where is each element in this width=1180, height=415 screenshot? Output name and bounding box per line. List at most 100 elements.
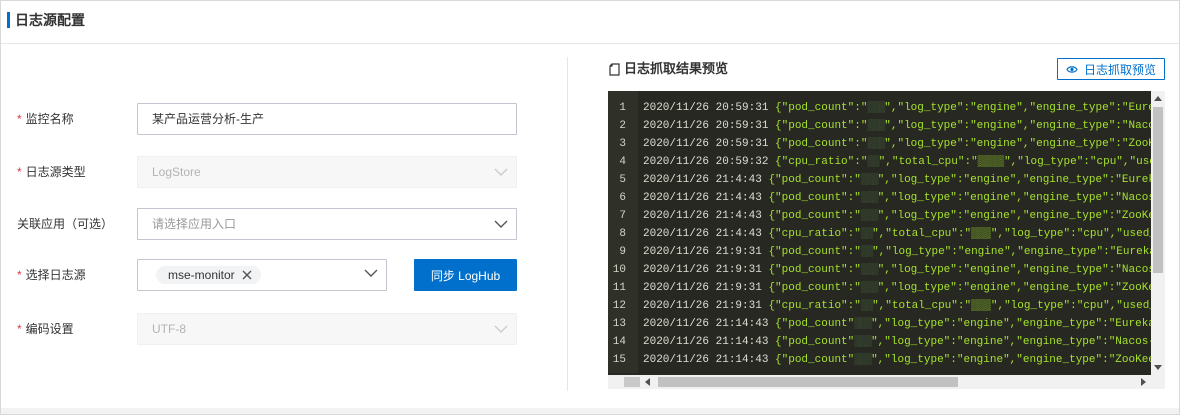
preview-title: 日志抓取结果预览	[609, 59, 728, 79]
preview-title-text: 日志抓取结果预览	[624, 61, 729, 76]
log-text: 2020/11/26 21:4:43 {"pod_count":"▒▒▒","l…	[643, 207, 1165, 225]
horizontal-scrollbar[interactable]	[608, 375, 1151, 389]
log-line: 1 2020/11/26 20:59:31 {"pod_count":"▒▒▒",…	[608, 99, 1165, 117]
log-text: 2020/11/26 21:4:43 {"pod_count":"▒▒▒","l…	[643, 189, 1165, 207]
log-source-type-label: * 日志源类型	[17, 165, 86, 179]
log-json-start: {"pod_count":"	[768, 210, 861, 222]
scroll-right-icon[interactable]	[1141, 378, 1147, 386]
required-mark: *	[17, 165, 22, 179]
log-lines: 1 2020/11/26 20:59:31 {"pod_count":"▒▒▒",…	[608, 99, 1165, 369]
log-masked-value: ▒▒▒	[860, 282, 879, 294]
log-source-config-panel: 日志源配置 * 监控名称 某产品运营分析-生产 * 日志源类型 LogStore 关…	[0, 0, 1180, 415]
log-masked-value: ▒▒	[860, 246, 873, 258]
log-json-rest: ","log_type":"engine","engine_type":"Nac…	[884, 120, 1165, 132]
log-masked-value: ▒▒▒	[867, 138, 885, 150]
scroll-up-icon[interactable]	[1154, 95, 1162, 101]
log-line: 4 2020/11/26 20:59:32 {"cpu_ratio":"▒▒","…	[608, 153, 1165, 171]
log-masked-value: ▒▒▒	[854, 318, 872, 330]
log-source-type-select[interactable]: LogStore	[137, 156, 517, 188]
log-text: 2020/11/26 21:14:43 {"pod_count"▒▒▒","lo…	[643, 315, 1162, 333]
log-text: 2020/11/26 21:4:43 {"pod_count":"▒▒▒","l…	[643, 171, 1165, 189]
sync-loghub-button[interactable]: 同步 LogHub	[414, 259, 517, 291]
vertical-scrollbar[interactable]	[1151, 91, 1165, 375]
log-masked-value: ▒▒▒	[854, 354, 872, 366]
eye-icon	[1066, 66, 1078, 74]
line-number: 13	[612, 318, 626, 330]
log-json-start: {"pod_count":"	[768, 282, 861, 294]
log-json-rest: ","log_type":"engine","engine_type":"Nac…	[871, 336, 1155, 348]
close-icon[interactable]	[241, 269, 253, 281]
log-json-rest: ","total_cpu":"▒▒▒","log_type":"cpu","us…	[872, 300, 1156, 312]
line-number: 7	[619, 210, 626, 222]
line-number: 14	[612, 336, 626, 348]
log-json-rest: ","log_type":"engine","engine_type":"Nac…	[877, 264, 1165, 276]
log-json-rest: ","log_type":"engine","engine_type":"Zoo…	[884, 138, 1165, 150]
encoding-value: UTF-8	[152, 322, 186, 336]
log-line: 7 2020/11/26 21:4:43 {"pod_count":"▒▒▒","…	[608, 207, 1165, 225]
required-mark: *	[17, 112, 22, 126]
log-masked-value: ▒▒▒	[867, 120, 885, 132]
chevron-down-icon	[494, 325, 508, 333]
log-json-start: {"pod_count":"	[768, 246, 861, 258]
log-capture-preview-button[interactable]: 日志抓取预览	[1057, 58, 1165, 80]
log-json-start: {"pod_count":"	[775, 102, 868, 114]
log-timestamp: 2020/11/26 21:9:31	[643, 264, 762, 276]
log-source-type-value: LogStore	[152, 165, 201, 179]
log-text: 2020/11/26 21:4:43 {"cpu_ratio":"▒▒","to…	[643, 225, 1156, 243]
log-line: 6 2020/11/26 21:4:43 {"pod_count":"▒▒▒","…	[608, 189, 1165, 207]
log-line: 15 2020/11/26 21:14:43 {"pod_count"▒▒▒","…	[608, 351, 1155, 369]
log-line: 8 2020/11/26 21:4:43 {"cpu_ratio":"▒▒","t…	[608, 225, 1156, 243]
log-source-tag: mse-monitor	[156, 266, 261, 284]
log-source-tag-label: mse-monitor	[168, 268, 235, 282]
log-json-start: {"pod_count":"	[768, 192, 861, 204]
log-text: 2020/11/26 21:14:43 {"pod_count"▒▒▒","lo…	[643, 351, 1155, 369]
line-number: 11	[612, 282, 626, 294]
encoding-label: * 编码设置	[17, 322, 74, 336]
log-text: 2020/11/26 21:9:31 {"pod_count":"▒▒","lo…	[643, 243, 1165, 261]
title-accent-bar	[7, 12, 10, 28]
line-number: 10	[612, 264, 626, 276]
log-json-rest: ","total_cpu":"▒▒▒","log_type":"cpu","us…	[872, 228, 1156, 240]
log-line: 9 2020/11/26 21:9:31 {"pod_count":"▒▒","l…	[608, 243, 1165, 261]
log-json-start: {"pod_count":"	[768, 264, 861, 276]
associated-app-label: 关联应用（可选）	[17, 217, 114, 231]
encoding-select[interactable]: UTF-8	[137, 313, 517, 345]
log-json-start: {"pod_count"	[775, 354, 855, 366]
log-line: 12 2020/11/26 21:9:31 {"cpu_ratio":"▒▒","…	[608, 297, 1156, 315]
log-timestamp: 2020/11/26 20:59:31	[643, 102, 769, 114]
monitor-name-input[interactable]: 某产品运营分析-生产	[137, 103, 517, 135]
log-text: 2020/11/26 20:59:31 {"pod_count":"▒▒▒","…	[643, 99, 1165, 117]
log-line: 13 2020/11/26 21:14:43 {"pod_count"▒▒▒","…	[608, 315, 1162, 333]
log-json-rest: ","log_type":"engine","engine_type":"Eur…	[884, 102, 1165, 114]
log-masked-value: ▒▒	[860, 300, 873, 312]
log-json-rest: ","log_type":"engine","engine_type":"Eur…	[872, 246, 1165, 258]
log-masked-value: ▒▒▒	[867, 102, 885, 114]
log-timestamp: 2020/11/26 21:9:31	[643, 246, 762, 258]
scroll-down-icon[interactable]	[1154, 365, 1162, 371]
monitor-name-label: * 监控名称	[17, 112, 74, 126]
log-timestamp: 2020/11/26 21:14:43	[643, 318, 769, 330]
log-line: 3 2020/11/26 20:59:31 {"pod_count":"▒▒▒",…	[608, 135, 1165, 153]
log-masked-value: ▒▒	[860, 228, 873, 240]
page-title: 日志源配置	[15, 12, 85, 28]
log-json-start: {"pod_count"	[775, 336, 855, 348]
log-json-start: {"cpu_ratio":"	[775, 156, 868, 168]
log-masked-value: ▒▒▒	[860, 210, 879, 222]
line-number: 6	[619, 192, 626, 204]
log-preview-console[interactable]: 1 2020/11/26 20:59:31 {"pod_count":"▒▒▒",…	[608, 91, 1165, 389]
chevron-down-icon	[494, 168, 508, 176]
log-text: 2020/11/26 20:59:32 {"cpu_ratio":"▒▒","t…	[643, 153, 1165, 171]
log-text: 2020/11/26 21:9:31 {"pod_count":"▒▒▒","l…	[643, 261, 1165, 279]
horizontal-scroll-thumb[interactable]	[658, 377, 958, 387]
line-number: 4	[619, 156, 626, 168]
log-timestamp: 2020/11/26 21:14:43	[643, 336, 769, 348]
log-source-multiselect[interactable]: mse-monitor	[137, 259, 387, 291]
required-mark: *	[17, 268, 22, 282]
log-timestamp: 2020/11/26 21:4:43	[643, 210, 762, 222]
log-json-rest: ","log_type":"engine","engine_type":"Nac…	[877, 192, 1165, 204]
log-json-rest: ","log_type":"engine","engine_type":"Eur…	[877, 174, 1165, 186]
scroll-left-icon[interactable]	[644, 378, 650, 386]
line-number: 9	[619, 246, 626, 258]
associated-app-select[interactable]: 请选择应用入口	[137, 208, 517, 240]
vertical-scroll-thumb[interactable]	[1153, 107, 1163, 273]
